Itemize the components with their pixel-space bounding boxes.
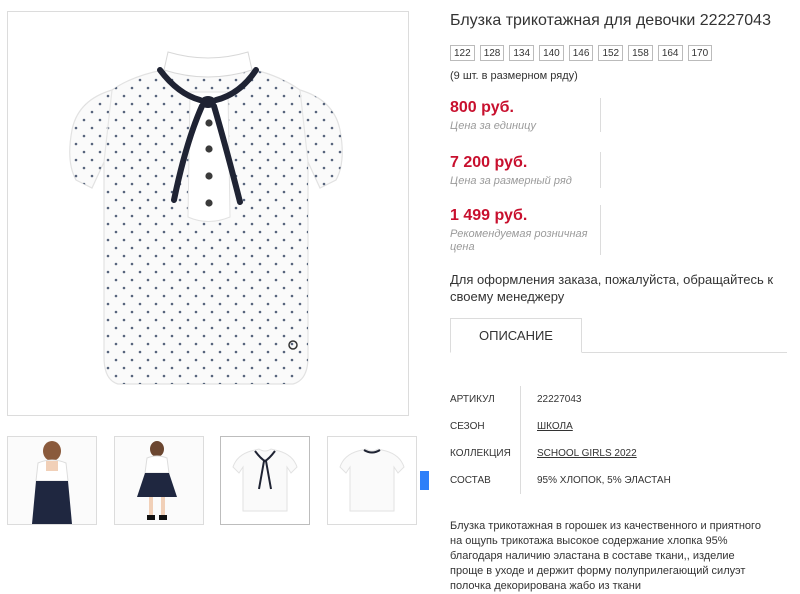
spec-value: 95% Хлопок, 5% Эластан — [537, 475, 671, 486]
price-label: Рекомендуемая розничная цена — [450, 228, 588, 253]
size-list: 122 128 134 140 146 152 158 164 170 — [450, 45, 713, 61]
price-divider — [600, 205, 601, 255]
product-title: Блузка трикотажная для девочки 22227043 — [450, 12, 771, 29]
spec-row: Коллекция SCHOOL GIRLS 2022 — [450, 440, 790, 467]
size-option: 140 — [539, 45, 564, 61]
spec-key: Коллекция — [450, 448, 511, 459]
price-value: 1 499 руб. — [450, 207, 528, 224]
spec-value: 22227043 — [537, 394, 582, 405]
collection-link[interactable]: SCHOOL GIRLS 2022 — [522, 448, 637, 459]
spec-table: Артикул 22227043 Сезон Школа Коллекция S… — [450, 386, 790, 494]
size-option: 134 — [509, 45, 535, 61]
price-divider — [600, 152, 601, 188]
spec-key: Артикул — [450, 394, 495, 405]
product-description: Блузка трикотажная в горошек из качестве… — [450, 520, 761, 592]
price-value: 800 руб. — [450, 99, 514, 116]
price-unit: 800 руб. Цена за единицу — [450, 99, 536, 133]
price-value: 7 200 руб. — [450, 154, 528, 171]
size-option: 146 — [568, 45, 594, 61]
thumbnail-blouse-front[interactable] — [220, 436, 310, 525]
gallery-scroll-handle[interactable] — [420, 471, 429, 490]
spec-row: Сезон Школа — [450, 413, 790, 440]
size-option: 170 — [687, 45, 713, 61]
price-retail: 1 499 руб. Рекомендуемая розничная цена — [450, 207, 590, 254]
spec-row: Состав 95% Хлопок, 5% Эластан — [450, 467, 790, 494]
size-option: 152 — [598, 45, 624, 61]
price-label: Цена за размерный ряд — [450, 175, 572, 187]
price-size-range: 7 200 руб. Цена за размерный ряд — [450, 154, 572, 188]
thumbnail-model-full[interactable] — [114, 436, 204, 525]
size-option: 122 — [450, 45, 475, 61]
size-option: 164 — [657, 45, 683, 61]
season-link[interactable]: Школа — [522, 421, 573, 432]
thumbnail-model-front[interactable] — [7, 436, 97, 525]
price-label: Цена за единицу — [450, 120, 537, 132]
size-option: 128 — [479, 45, 505, 61]
size-option: 158 — [628, 45, 653, 61]
spec-row: Артикул 22227043 — [450, 386, 790, 413]
spec-key: Состав — [450, 475, 491, 486]
size-count-note: (9 шт. в размерном ряду) — [450, 70, 578, 82]
main-product-image[interactable] — [7, 11, 409, 416]
price-divider — [600, 98, 601, 132]
thumbnail-blouse-back[interactable] — [327, 436, 417, 525]
order-note: Для оформления заказа, пожалуйста, обращ… — [450, 272, 774, 304]
tab-description[interactable]: Описание — [450, 318, 582, 353]
spec-key: Сезон — [450, 421, 485, 432]
